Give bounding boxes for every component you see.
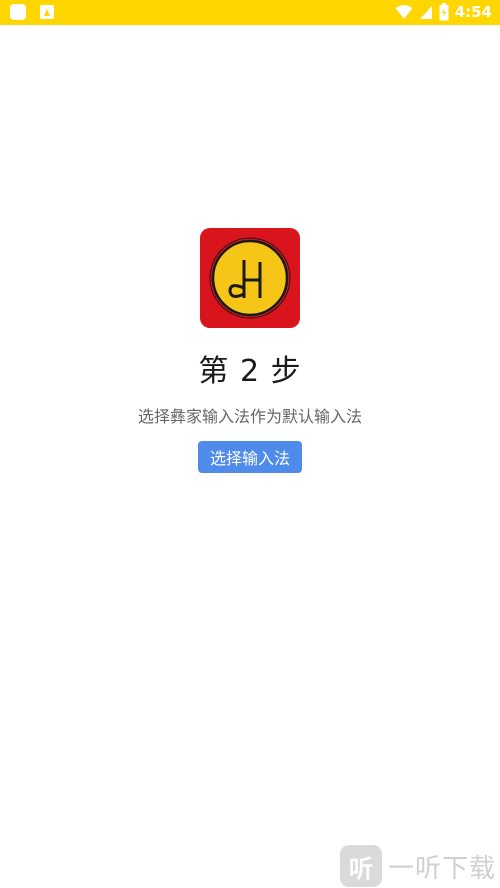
step-title: 第 2 步 bbox=[198, 354, 302, 389]
step-description: 选择彝家输入法作为默认输入法 bbox=[137, 407, 362, 426]
wifi-icon bbox=[395, 5, 413, 19]
watermark: 听 一听下载 bbox=[340, 845, 500, 887]
select-input-method-button[interactable]: 选择输入法 bbox=[198, 441, 302, 473]
status-bar-right: 4:54 bbox=[395, 3, 492, 21]
app-notification-icon bbox=[40, 5, 54, 19]
battery-icon bbox=[439, 3, 449, 21]
watermark-logo-icon: 听 bbox=[340, 845, 382, 887]
watermark-text: 一听下载 bbox=[388, 853, 497, 884]
notification-icon bbox=[10, 4, 26, 20]
status-bar: 4:54 bbox=[0, 0, 500, 25]
status-bar-left bbox=[10, 4, 54, 20]
app-logo bbox=[200, 228, 300, 328]
status-time: 4:54 bbox=[454, 3, 492, 21]
app-logo-icon bbox=[209, 237, 291, 319]
signal-icon bbox=[419, 6, 432, 19]
